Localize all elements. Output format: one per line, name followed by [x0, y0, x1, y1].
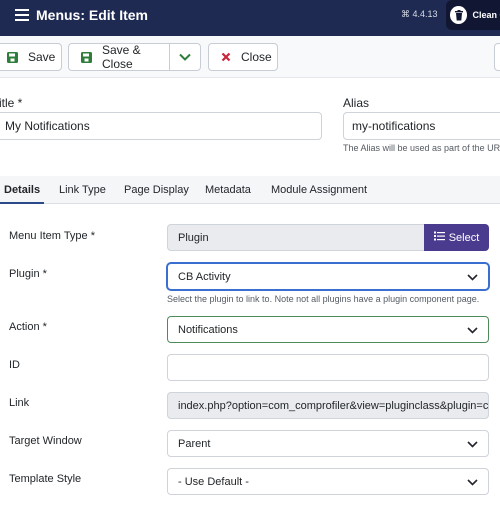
select-button-label: Select [448, 231, 480, 244]
clean-cache-button[interactable]: Clean C [446, 0, 500, 30]
tab-metadata[interactable]: Metadata [205, 176, 251, 204]
chevron-down-icon [467, 439, 478, 451]
alias-input[interactable]: my-notifications [343, 112, 500, 140]
id-label: ID [9, 359, 20, 371]
clean-cache-label: Clean C [472, 10, 500, 20]
page-title: Menus: Edit Item [36, 7, 149, 23]
save-close-label: Save & Close [102, 43, 141, 71]
action-label: Action * [9, 321, 47, 333]
tab-bar: Details Link Type Page Display Metadata … [0, 176, 500, 204]
chevron-down-icon [467, 477, 478, 489]
header-title-group: Menus: Edit Item [15, 0, 148, 30]
menu-item-type-label: Menu Item Type * [9, 230, 96, 242]
target-window-label: Target Window [9, 435, 82, 447]
plugin-hint: Select the plugin to link to. Note not a… [167, 294, 480, 304]
tab-link-type[interactable]: Link Type [59, 176, 106, 204]
save-button[interactable]: Save [0, 43, 62, 71]
template-style-label: Template Style [9, 473, 82, 485]
tab-details[interactable]: Details [0, 176, 45, 204]
plugin-select[interactable]: CB Activity [167, 263, 489, 290]
list-menu-icon [15, 9, 29, 21]
target-window-value: Parent [178, 437, 211, 450]
plugin-value: CB Activity [178, 270, 231, 283]
id-input[interactable] [167, 354, 489, 381]
menu-item-type-field: Plugin [167, 224, 425, 251]
target-window-select[interactable]: Parent [167, 430, 489, 457]
action-value: Notifications [178, 323, 238, 336]
version-badge: ⌘ 4.4.13 [401, 9, 438, 19]
close-button[interactable]: Close [208, 43, 278, 71]
link-label: Link [9, 397, 30, 409]
save-options-dropdown[interactable] [169, 43, 201, 71]
template-style-select[interactable]: - Use Default - [167, 468, 489, 495]
alias-hint: The Alias will be used as part of the UR [343, 143, 500, 153]
save-close-button[interactable]: Save & Close [68, 43, 170, 71]
template-style-value: - Use Default - [178, 475, 249, 488]
alias-label: Alias [343, 96, 370, 110]
title-input[interactable]: My Notifications [0, 112, 322, 140]
chevron-down-icon [467, 272, 478, 284]
list-icon [433, 231, 445, 244]
select-menu-type-button[interactable]: Select [424, 224, 489, 251]
trash-icon [450, 6, 468, 24]
save-icon [81, 51, 92, 63]
chevron-down-icon [467, 325, 478, 337]
chevron-down-icon [179, 50, 191, 64]
title-label: itle * [0, 96, 23, 110]
plugin-label: Plugin * [9, 268, 47, 280]
link-field: index.php?option=com_comprofiler&view=pl… [167, 392, 489, 419]
app-header: Menus: Edit Item ⌘ 4.4.13 Clean C [0, 0, 500, 36]
save-icon [7, 51, 18, 63]
action-select[interactable]: Notifications [167, 316, 489, 343]
close-label: Close [241, 50, 272, 64]
tab-page-display[interactable]: Page Display [124, 176, 189, 204]
close-icon [221, 52, 231, 62]
toolbar-overflow-button[interactable] [494, 43, 500, 71]
save-label: Save [28, 50, 56, 64]
tab-module-assignment[interactable]: Module Assignment [271, 176, 367, 204]
toolbar: Save Save & Close Close [0, 36, 500, 78]
